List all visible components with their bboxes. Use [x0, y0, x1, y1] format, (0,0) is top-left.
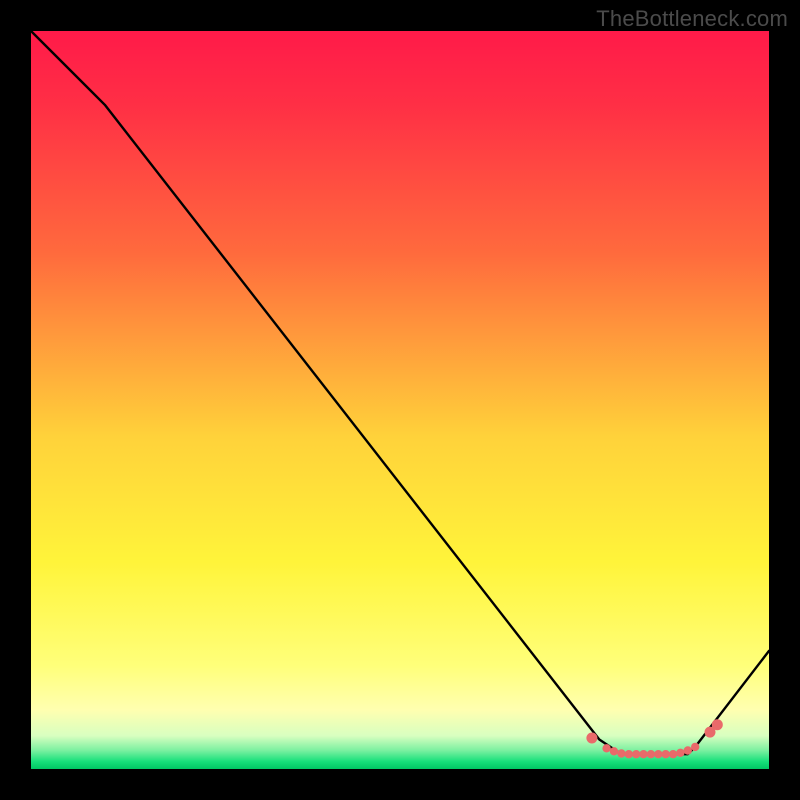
plot-area [31, 31, 769, 769]
marker-dot [676, 749, 684, 757]
chart-container: TheBottleneck.com [0, 0, 800, 800]
marker-dot [610, 747, 618, 755]
marker-dot [684, 746, 692, 754]
marker-dot [586, 733, 597, 744]
marker-dot [647, 750, 655, 758]
marker-dot [691, 743, 699, 751]
marker-dot [662, 750, 670, 758]
marker-dot [632, 750, 640, 758]
watermark-text: TheBottleneck.com [596, 6, 788, 32]
marker-dot [654, 750, 662, 758]
chart-svg [31, 31, 769, 769]
marker-dot [639, 750, 647, 758]
marker-dot [712, 719, 723, 730]
marker-dot [669, 750, 677, 758]
marker-dot [602, 744, 610, 752]
marker-dot [617, 749, 625, 757]
marker-dot [625, 750, 633, 758]
gradient-background [31, 31, 769, 769]
